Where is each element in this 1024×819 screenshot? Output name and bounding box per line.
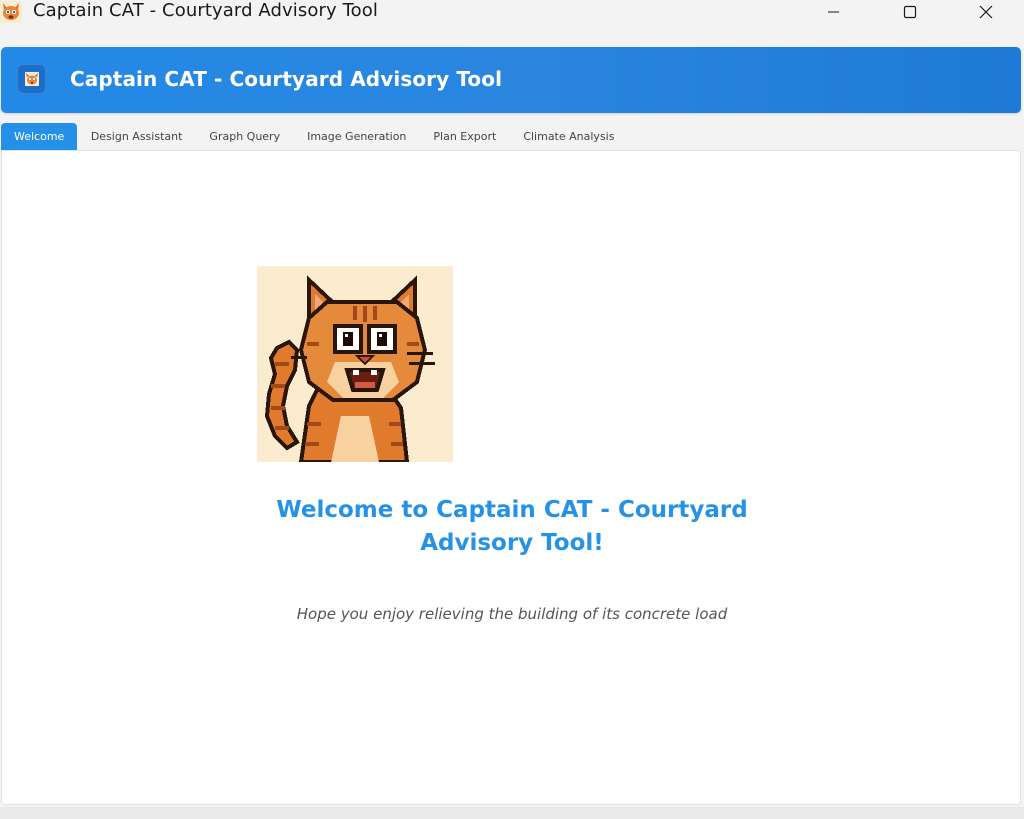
tab-climate-analysis[interactable]: Climate Analysis bbox=[510, 123, 628, 150]
tab-graph-query[interactable]: Graph Query bbox=[196, 123, 294, 150]
close-button[interactable] bbox=[948, 0, 1024, 24]
tab-bar: Welcome Design Assistant Graph Query Ima… bbox=[1, 123, 628, 150]
minimize-icon bbox=[828, 11, 839, 13]
welcome-subtitle: Hope you enjoy relieving the building of… bbox=[296, 605, 728, 623]
cat-logo-icon bbox=[17, 64, 46, 94]
cat-mascot-image bbox=[257, 266, 453, 462]
cat-app-icon bbox=[0, 1, 22, 23]
tab-image-generation[interactable]: Image Generation bbox=[294, 123, 420, 150]
maximize-button[interactable] bbox=[872, 0, 948, 24]
bottom-edge bbox=[0, 807, 1024, 819]
close-icon bbox=[979, 5, 993, 19]
welcome-panel: Welcome to Captain CAT - Courtyard Advis… bbox=[1, 150, 1021, 805]
maximize-icon bbox=[903, 5, 917, 19]
app-header: Captain CAT - Courtyard Advisory Tool bbox=[1, 47, 1021, 113]
minimize-button[interactable] bbox=[796, 0, 872, 24]
window-titlebar: Captain CAT - Courtyard Advisory Tool bbox=[0, 0, 1024, 26]
tab-welcome[interactable]: Welcome bbox=[1, 123, 78, 150]
window-title: Captain CAT - Courtyard Advisory Tool bbox=[33, 0, 378, 21]
header-title: Captain CAT - Courtyard Advisory Tool bbox=[70, 67, 503, 91]
welcome-heading: Welcome to Captain CAT - Courtyard Advis… bbox=[276, 497, 748, 556]
window-controls bbox=[796, 0, 1024, 26]
tab-design-assistant[interactable]: Design Assistant bbox=[77, 123, 196, 150]
tab-plan-export[interactable]: Plan Export bbox=[420, 123, 510, 150]
